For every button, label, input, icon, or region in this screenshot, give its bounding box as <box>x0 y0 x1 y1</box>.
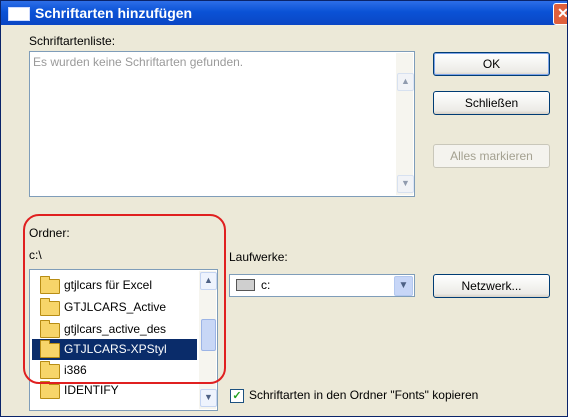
folder-list[interactable]: gtjlcars für Excel GTJLCARS_Active gtjlc… <box>29 269 218 411</box>
folder-item-label: GTJLCARS_Active <box>64 300 167 314</box>
folder-label-text: Ordner: <box>29 226 70 240</box>
folder-item[interactable]: GTJLCARS_Active <box>32 297 197 318</box>
folder-item-label: gtjlcars_active_des <box>64 322 167 336</box>
folder-icon <box>40 381 60 399</box>
down-arrow-icon[interactable]: ▼ <box>200 389 217 407</box>
folder-icon <box>40 340 60 358</box>
folder-icon <box>40 298 60 316</box>
scroll-thumb[interactable] <box>201 319 216 351</box>
folder-path: c:\ <box>29 248 42 262</box>
folder-icon <box>40 276 60 294</box>
close-button[interactable]: Schließen <box>433 91 550 115</box>
add-fonts-dialog: Schriftarten hinzufügen ✕ Schriftartenli… <box>0 0 568 417</box>
folder-scrollbar[interactable]: ▲ ▼ <box>199 271 217 409</box>
folder-item[interactable]: IDENTIFY <box>32 380 197 401</box>
drives-dropdown[interactable]: c: ▼ <box>229 274 415 297</box>
fontlist-scrollbar[interactable]: ▲ ▼ <box>396 53 414 195</box>
ok-button[interactable]: OK <box>433 52 550 76</box>
down-arrow-icon[interactable]: ▼ <box>397 175 414 193</box>
fontlist-empty-text: Es wurden keine Schriftarten gefunden. <box>33 55 244 69</box>
folder-item[interactable]: gtjlcars für Excel <box>32 275 197 296</box>
up-arrow-icon[interactable]: ▲ <box>397 73 414 91</box>
folder-icon <box>40 361 60 379</box>
title-bar[interactable]: Schriftarten hinzufügen ✕ <box>1 1 567 25</box>
up-arrow-icon[interactable]: ▲ <box>200 272 217 290</box>
close-window-button[interactable]: ✕ <box>553 3 567 25</box>
folder-item-label: i386 <box>64 363 87 377</box>
fontlist-box[interactable]: Es wurden keine Schriftarten gefunden. ▲… <box>29 51 415 197</box>
folder-item-label: GTJLCARS-XPStyl <box>64 342 167 356</box>
folder-item[interactable]: gtjlcars_active_des <box>32 319 197 340</box>
copy-fonts-checkbox[interactable]: ✓ <box>230 389 244 403</box>
fontlist-label: Schriftartenliste: <box>29 34 115 48</box>
folder-item[interactable]: i386 <box>32 360 197 381</box>
copy-fonts-label[interactable]: Schriftarten in den Ordner "Fonts" kopie… <box>249 388 478 402</box>
chevron-down-icon[interactable]: ▼ <box>394 276 413 296</box>
select-all-button[interactable]: Alles markieren <box>433 144 550 168</box>
folder-icon <box>40 320 60 338</box>
dialog-title: Schriftarten hinzufügen <box>35 5 193 21</box>
folder-label: Ordner: <box>29 226 70 240</box>
folder-item-label: gtjlcars für Excel <box>64 278 153 292</box>
network-button[interactable]: Netzwerk... <box>433 274 550 298</box>
window-icon <box>8 7 30 21</box>
drives-label-text: Laufwerke: <box>229 250 288 264</box>
drive-icon <box>236 279 255 291</box>
fontlist-label-text: Schriftartenliste: <box>29 34 116 48</box>
folder-item-label: IDENTIFY <box>64 383 119 397</box>
drives-label: Laufwerke: <box>229 250 288 264</box>
folder-item-selected[interactable]: GTJLCARS-XPStyl <box>32 339 197 360</box>
selected-drive: c: <box>261 278 271 292</box>
